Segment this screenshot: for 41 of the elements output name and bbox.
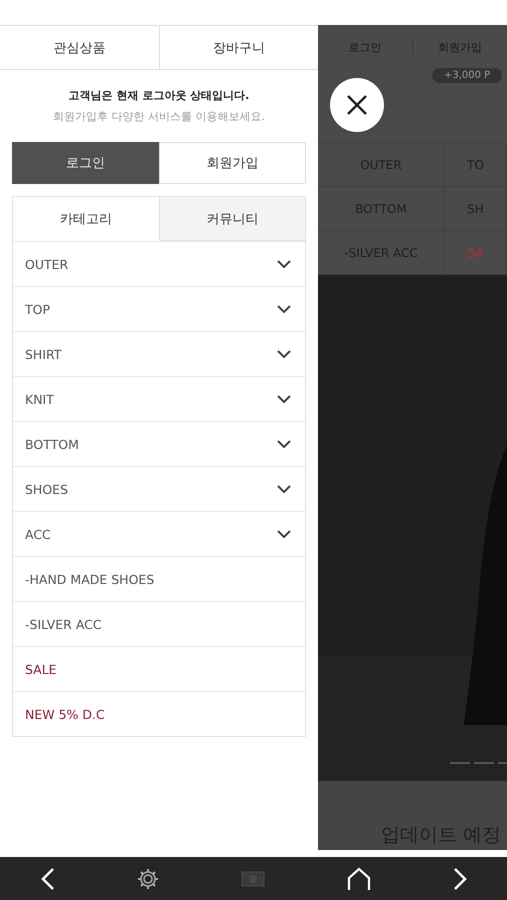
signup-button[interactable]: 회원가입 (159, 142, 306, 184)
points-badge: +3,000 P (432, 68, 502, 83)
category-item[interactable]: SHOES (13, 466, 305, 511)
close-button[interactable] (330, 78, 384, 132)
category-item[interactable]: -SILVER ACC (13, 601, 305, 646)
category-label: -SILVER ACC (25, 616, 102, 632)
category-label: OUTER (25, 256, 68, 272)
category-label: SHIRT (25, 346, 62, 362)
category-item[interactable]: KNIT (13, 376, 305, 421)
category-item[interactable]: TOP (13, 286, 305, 331)
category-item[interactable]: BOTTOM (13, 421, 305, 466)
chevron-down-icon[interactable] (277, 530, 291, 538)
category-item[interactable]: NEW 5% D.C (13, 691, 305, 736)
category-label: SALE (25, 662, 57, 676)
category-item[interactable]: OUTER (13, 241, 305, 286)
category-label: BOTTOM (25, 436, 79, 452)
login-status-text: 고객님은 현재 로그아웃 상태입니다. (68, 88, 250, 103)
chevron-down-icon[interactable] (277, 260, 291, 268)
category-label: ACC (25, 526, 51, 542)
category-item[interactable]: ACC (13, 511, 305, 556)
category-item[interactable]: SALE (13, 646, 305, 691)
chevron-down-icon[interactable] (277, 350, 291, 358)
category-label: SHOES (25, 482, 68, 496)
close-icon (345, 93, 369, 117)
settings-icon[interactable] (136, 866, 160, 890)
category-label: TOP (25, 302, 50, 316)
category-item[interactable]: SHIRT (13, 331, 305, 376)
signup-hint-text: 회원가입후 다양한 서비스를 이용해보세요. (53, 109, 265, 124)
chevron-down-icon[interactable] (277, 440, 291, 448)
category-label: NEW 5% D.C (25, 706, 105, 722)
chevron-down-icon[interactable] (277, 394, 291, 404)
menu-tab[interactable]: 커뮤니티 (160, 197, 305, 241)
chevron-down-icon[interactable] (277, 484, 291, 494)
category-label: KNIT (25, 392, 54, 406)
back-icon[interactable] (40, 866, 54, 890)
category-label: -HAND MADE SHOES (25, 572, 154, 586)
home-icon[interactable] (346, 866, 372, 890)
forward-icon[interactable] (452, 866, 466, 890)
chevron-down-icon[interactable] (277, 304, 291, 314)
login-button[interactable]: 로그인 (12, 142, 159, 184)
category-item[interactable]: -HAND MADE SHOES (13, 556, 305, 601)
